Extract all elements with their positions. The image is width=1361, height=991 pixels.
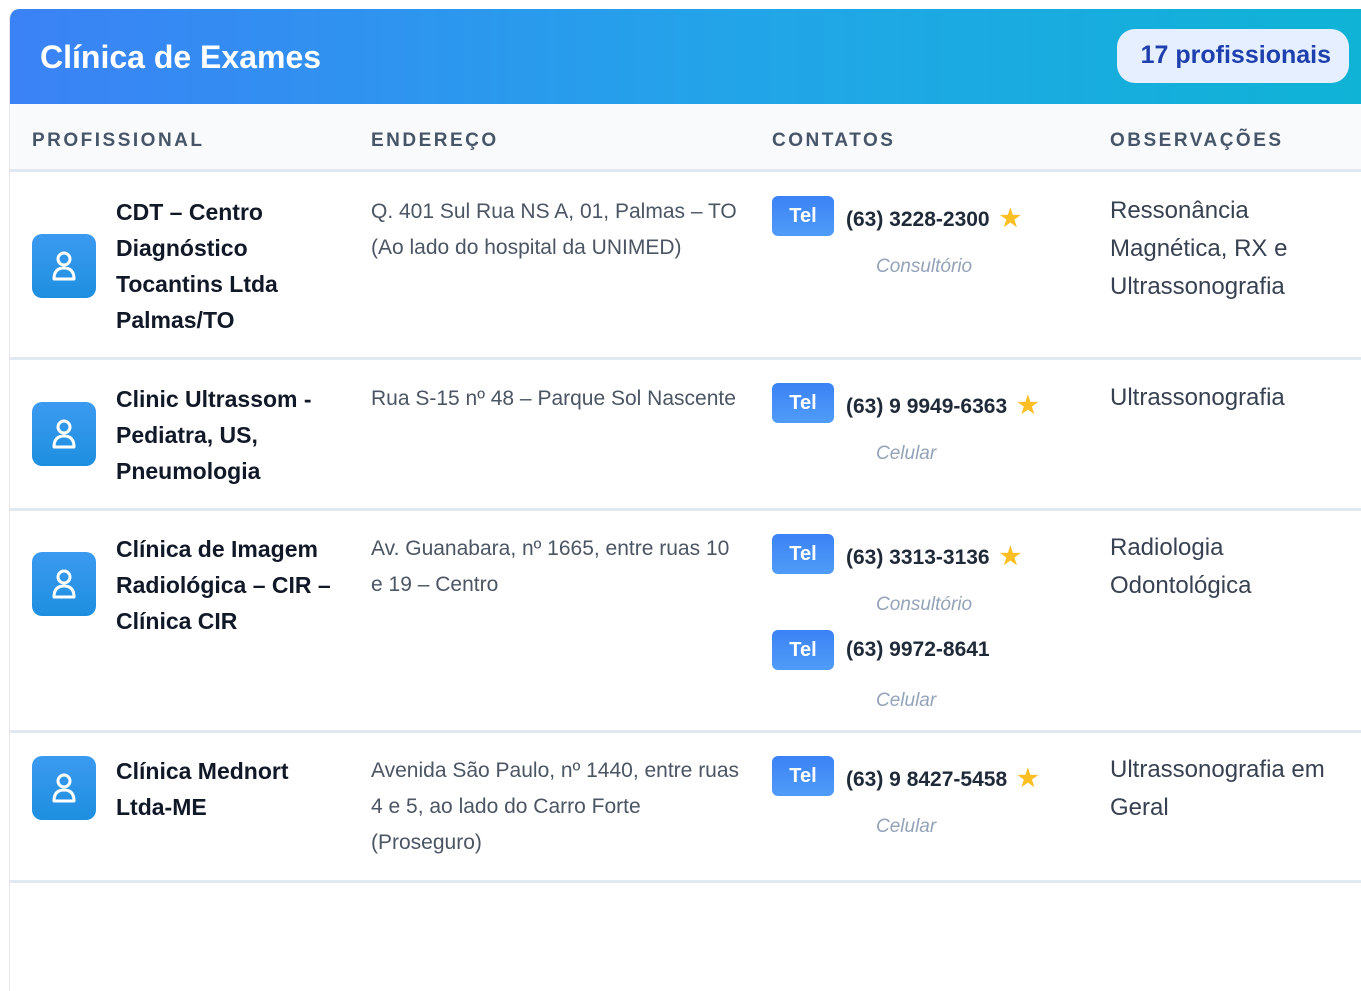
table-row[interactable]: CDT – Centro Diagnóstico Tocantins Ltda … xyxy=(10,172,1361,360)
contact-item: Tel (63) 3228-2300 ★ Consultório xyxy=(772,196,1092,292)
phone-type: Consultório xyxy=(876,256,973,277)
phone-number-text: (63) 3313-3136 xyxy=(846,546,990,569)
phone-type: Celular xyxy=(876,443,937,464)
table-header: PROFISSIONAL ENDEREÇO CONTATOS OBSERVAÇÕ… xyxy=(10,104,1361,172)
page-title: Clínica de Exames xyxy=(40,39,322,75)
column-header-notes[interactable]: OBSERVAÇÕES xyxy=(1110,130,1284,152)
table-row[interactable]: Clínica Mednort Ltda-ME Avenida São Paul… xyxy=(10,733,1361,883)
star-icon: ★ xyxy=(1017,392,1039,419)
contact-item: Tel (63) 3313-3136 ★ Consultório xyxy=(772,534,1092,630)
user-icon xyxy=(32,234,96,298)
contact-item: Tel (63) 9 9949-6363 ★ Celular xyxy=(772,383,1092,479)
column-header-professional[interactable]: PROFISSIONAL xyxy=(32,130,205,152)
column-header-contacts[interactable]: CONTATOS xyxy=(772,130,895,152)
contacts-list: Tel (63) 3313-3136 ★ Consultório Tel (63)… xyxy=(772,534,1092,726)
phone-number[interactable]: (63) 9972-8641 xyxy=(846,638,990,662)
clinic-card: Clínica de Exames 17 profissionais PROFI… xyxy=(9,9,1361,991)
phone-type: Celular xyxy=(876,816,937,837)
contacts-list: Tel (63) 9 9949-6363 ★ Celular xyxy=(772,383,1092,479)
table-row[interactable]: Clinic Ultrassom - Pediatra, US, Pneumol… xyxy=(10,360,1361,511)
user-icon xyxy=(32,552,96,616)
professional-name: Clínica de Imagem Radiológica – CIR – Cl… xyxy=(116,536,331,634)
contacts-list: Tel (63) 3228-2300 ★ Consultório xyxy=(772,196,1092,292)
professionals-count-badge: 17 profissionais xyxy=(1116,28,1349,83)
phone-number[interactable]: (63) 3228-2300 ★ xyxy=(846,204,1021,233)
phone-number[interactable]: (63) 9 8427-5458 ★ xyxy=(846,764,1039,793)
column-header-address[interactable]: ENDEREÇO xyxy=(371,130,499,152)
tel-button[interactable]: Tel xyxy=(772,196,834,236)
professional-name: CDT – Centro Diagnóstico Tocantins Ltda … xyxy=(116,199,278,333)
contact-item: Tel (63) 9972-8641 Celular xyxy=(772,630,1092,726)
user-icon xyxy=(32,756,96,820)
professional-address: Av. Guanabara, nº 1665, entre ruas 10 e … xyxy=(371,537,730,596)
phone-type: Celular xyxy=(876,690,937,711)
professional-notes: Ressonância Magnética, RX e Ultrassonogr… xyxy=(1110,197,1288,300)
phone-type: Consultório xyxy=(876,594,973,615)
star-icon: ★ xyxy=(999,205,1022,232)
professional-notes: Radiologia Odontológica xyxy=(1110,534,1252,599)
tel-button[interactable]: Tel xyxy=(772,630,834,670)
phone-number-text: (63) 9972-8641 xyxy=(846,638,990,661)
star-icon: ★ xyxy=(999,543,1022,570)
professional-notes: Ultrassonografia xyxy=(1110,384,1285,411)
tel-button[interactable]: Tel xyxy=(772,383,834,423)
user-icon xyxy=(32,402,96,466)
phone-number[interactable]: (63) 3313-3136 ★ xyxy=(846,542,1021,571)
contact-item: Tel (63) 9 8427-5458 ★ Celular xyxy=(772,756,1092,852)
professional-address: Q. 401 Sul Rua NS A, 01, Palmas – TO (Ao… xyxy=(371,200,737,259)
professional-address: Avenida São Paulo, nº 1440, entre ruas 4… xyxy=(371,759,740,854)
card-header: Clínica de Exames 17 profissionais xyxy=(10,9,1361,104)
star-icon: ★ xyxy=(1017,765,1039,792)
professional-notes: Ultrassonografia em Geral xyxy=(1110,756,1325,821)
phone-number-text: (63) 9 9949-6363 xyxy=(846,395,1008,418)
phone-number[interactable]: (63) 9 9949-6363 ★ xyxy=(846,391,1039,420)
professional-address: Rua S-15 nº 48 – Parque Sol Nascente xyxy=(371,387,736,410)
phone-number-text: (63) 3228-2300 xyxy=(846,208,990,231)
table-row[interactable]: Clínica de Imagem Radiológica – CIR – Cl… xyxy=(10,511,1361,733)
professional-name: Clinic Ultrassom - Pediatra, US, Pneumol… xyxy=(116,386,312,484)
tel-button[interactable]: Tel xyxy=(772,534,834,574)
contacts-list: Tel (63) 9 8427-5458 ★ Celular xyxy=(772,756,1092,852)
phone-number-text: (63) 9 8427-5458 xyxy=(846,768,1008,791)
tel-button[interactable]: Tel xyxy=(772,756,834,796)
professional-name: Clínica Mednort Ltda-ME xyxy=(116,758,289,820)
